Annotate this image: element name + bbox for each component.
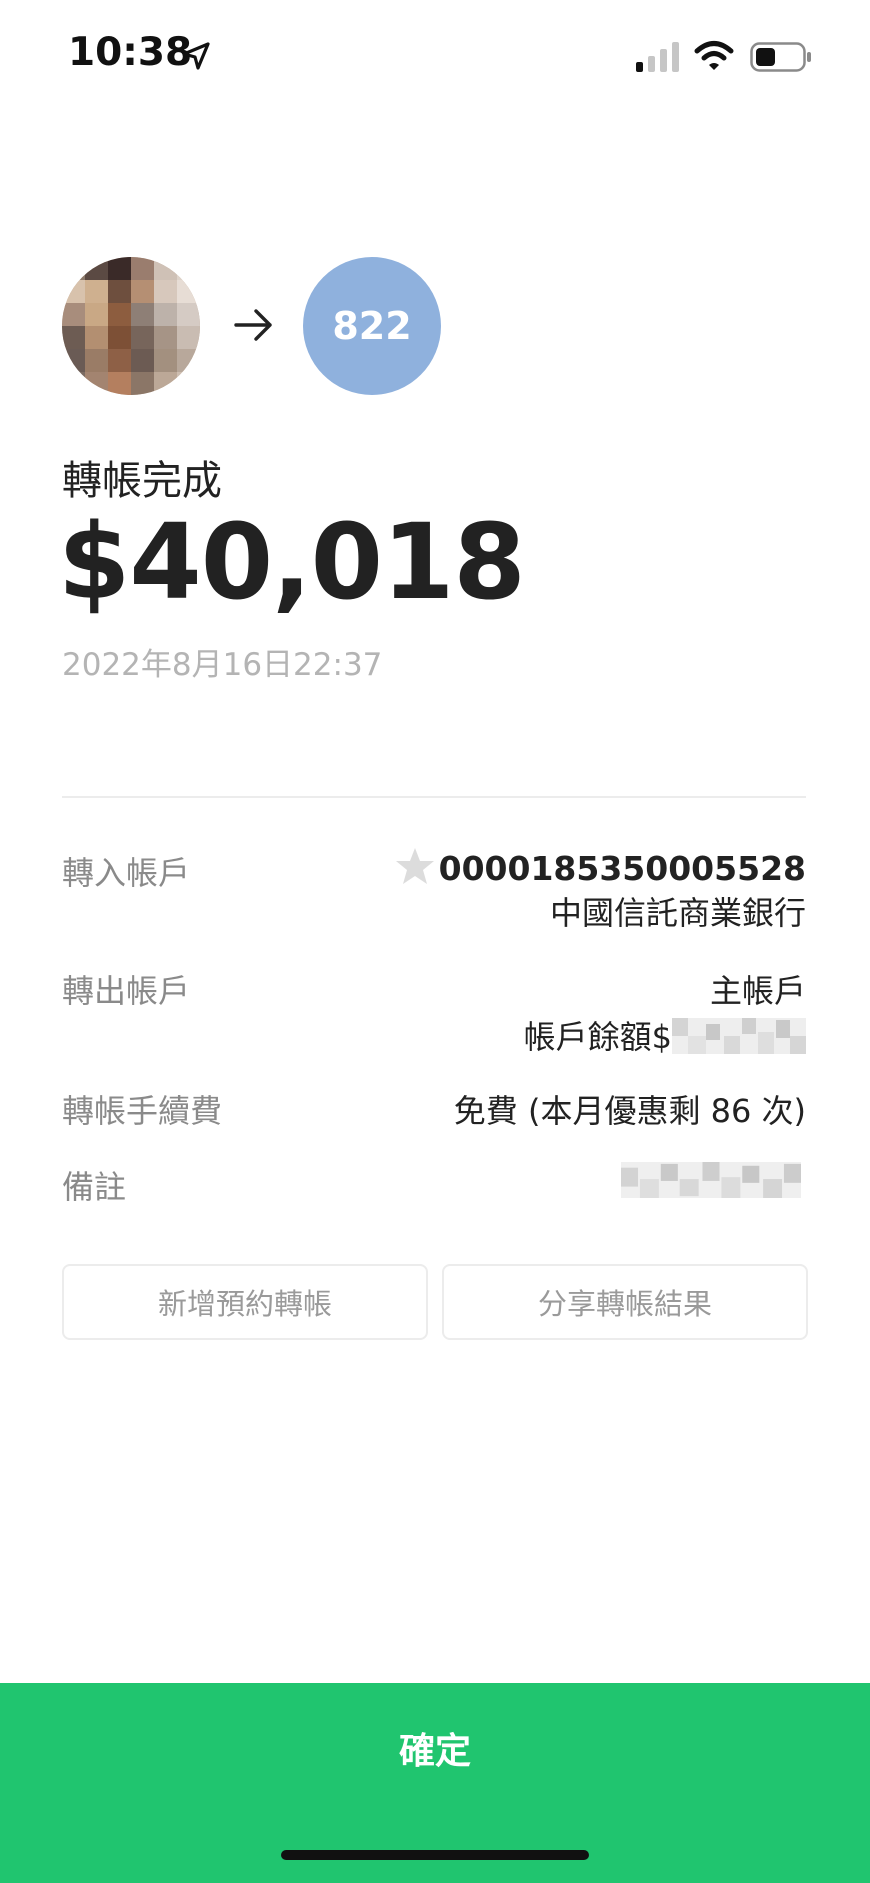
wifi-icon <box>694 41 734 70</box>
status-time: 10:38 <box>68 30 193 75</box>
to-account-label: 轉入帳戶 <box>62 854 191 892</box>
confirm-button-label: 確定 <box>398 1731 471 1772</box>
from-account-name: 主帳戶 <box>709 972 806 1010</box>
memo-hidden-block <box>621 1162 801 1198</box>
signal-icon <box>636 42 679 72</box>
memo-label: 備註 <box>62 1168 127 1206</box>
receiver-bank-code: 822 <box>332 304 412 348</box>
transfer-status-title: 轉帳完成 <box>62 458 222 504</box>
home-indicator[interactable] <box>281 1850 589 1860</box>
schedule-transfer-button[interactable]: 新增預約轉帳 <box>62 1264 428 1340</box>
battery-icon <box>750 42 811 72</box>
transfer-timestamp: 2022年8月16日22:37 <box>62 647 383 683</box>
receiver-bank-avatar: 822 <box>303 257 441 395</box>
fee-value: 免費 (本月優惠剩 86 次) <box>453 1092 806 1130</box>
favorite-star-icon[interactable] <box>395 846 435 886</box>
share-result-button[interactable]: 分享轉帳結果 <box>442 1264 808 1340</box>
to-account-number: 0000185350005528 <box>438 849 806 888</box>
to-account-bank-name: 中國信託商業銀行 <box>549 894 806 932</box>
from-account-balance-label: 帳戶餘額$ <box>523 1018 672 1056</box>
arrow-right-icon <box>234 309 272 341</box>
fee-label: 轉帳手續費 <box>62 1092 223 1130</box>
transfer-amount: $40,018 <box>58 501 526 623</box>
memo-value-row <box>616 1162 806 1200</box>
location-arrow-icon <box>182 42 210 70</box>
status-bar: 10:38 <box>0 0 870 110</box>
from-account-balance-row: 帳戶餘額$ <box>524 1012 806 1058</box>
sender-avatar <box>62 257 200 395</box>
from-account-label: 轉出帳戶 <box>62 972 191 1010</box>
to-account-number-row: 0000185350005528 <box>395 846 806 888</box>
balance-hidden-block <box>672 1018 806 1054</box>
divider <box>62 796 806 798</box>
